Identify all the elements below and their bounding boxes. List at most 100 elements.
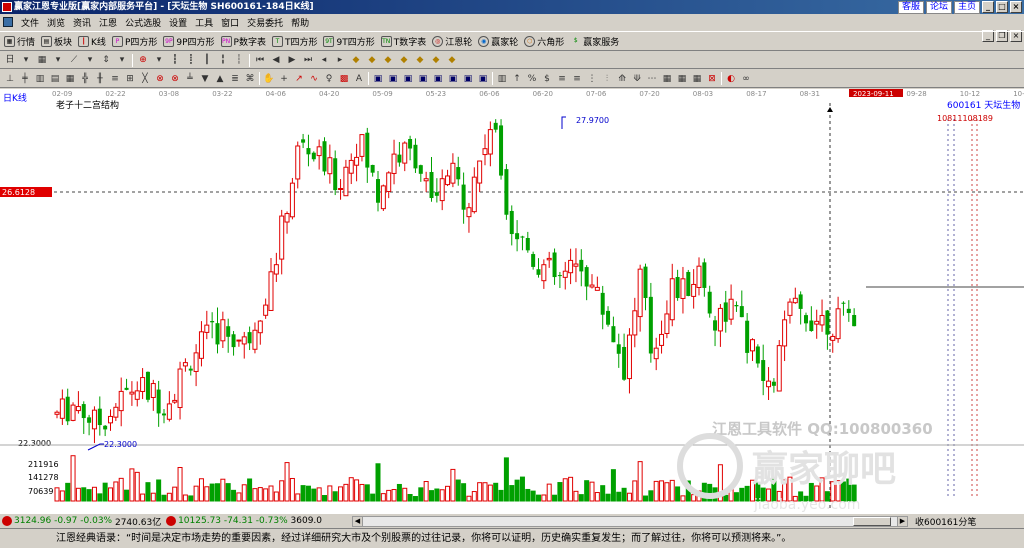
- tool-r-icon[interactable]: ≡: [556, 73, 568, 85]
- tool-l-icon[interactable]: ⊗: [169, 73, 181, 85]
- tool-k-icon[interactable]: ⊗: [154, 73, 166, 85]
- zoom-in-icon[interactable]: ◂: [318, 54, 330, 66]
- toolbar-p-number-table-button[interactable]: PN P数字表: [220, 35, 266, 48]
- bar-a-icon[interactable]: ┇: [169, 54, 181, 66]
- infinity-icon[interactable]: ∞: [740, 73, 752, 85]
- text-icon[interactable]: A: [353, 73, 365, 85]
- tool-a-icon[interactable]: ⊥: [4, 73, 16, 85]
- toolbar-t-number-table-button[interactable]: TN T数字表: [380, 35, 426, 48]
- box-icon[interactable]: ▩: [338, 73, 350, 85]
- tool-b-icon[interactable]: ╪: [19, 73, 31, 85]
- close-button[interactable]: ×: [1010, 1, 1022, 13]
- toolbar-sectors-button[interactable]: ▤ 板块: [41, 35, 72, 48]
- diamond-e-icon[interactable]: ◆: [414, 54, 426, 66]
- tool-n-icon[interactable]: ▼: [199, 73, 211, 85]
- calc-e-icon[interactable]: ▣: [432, 73, 444, 85]
- toolbar-quotes-button[interactable]: ▦ 行情: [4, 35, 35, 48]
- table-icon[interactable]: ▥: [496, 73, 508, 85]
- bar-e-icon[interactable]: ┆: [233, 54, 245, 66]
- tool-h-icon[interactable]: ≡: [109, 73, 121, 85]
- menu-news[interactable]: 资讯: [73, 16, 91, 29]
- toolbar-gann-wheel-button[interactable]: ◎ 江恩轮: [432, 35, 472, 48]
- menu-help[interactable]: 帮助: [291, 16, 309, 29]
- last-icon[interactable]: ⏭: [302, 54, 314, 66]
- tool-c-icon[interactable]: ▥: [34, 73, 46, 85]
- toolbar-t-square-button[interactable]: T T四方形: [271, 35, 317, 48]
- tool-j-icon[interactable]: ╳: [139, 73, 151, 85]
- toolbar-9p-square-button[interactable]: 9P 9P四方形: [163, 35, 215, 48]
- minimize-button[interactable]: _: [982, 1, 994, 13]
- menu-trade[interactable]: 交易委托: [247, 16, 283, 29]
- menu-gann[interactable]: 江恩: [99, 16, 117, 29]
- kline-chart[interactable]: 02-09 02-22 03-08 03-22 04-06 04-20 05-09 05-23…: [0, 89, 1024, 513]
- tool-m-icon[interactable]: ╧: [184, 73, 196, 85]
- chevron-down-icon[interactable]: ▾: [153, 54, 165, 66]
- calc-g-icon[interactable]: ▣: [462, 73, 474, 85]
- menu-window[interactable]: 窗口: [221, 16, 239, 29]
- tool-w-icon[interactable]: ⟱: [631, 73, 643, 85]
- calc-b-icon[interactable]: ▣: [387, 73, 399, 85]
- color-wheel-icon[interactable]: ◐: [725, 73, 737, 85]
- tool-v-icon[interactable]: ⟰: [616, 73, 628, 85]
- grid-toggle-icon[interactable]: ▦: [36, 54, 48, 66]
- tool-p-icon[interactable]: ≣: [229, 73, 241, 85]
- chevron-down-icon[interactable]: ▾: [116, 54, 128, 66]
- tool-e-icon[interactable]: ▦: [64, 73, 76, 85]
- menu-file[interactable]: 文件: [21, 16, 39, 29]
- tool-o-icon[interactable]: ▲: [214, 73, 226, 85]
- menu-browse[interactable]: 浏览: [47, 16, 65, 29]
- diamond-g-icon[interactable]: ◆: [446, 54, 458, 66]
- toolbar-winner-wheel-button[interactable]: ◉ 赢家轮: [478, 35, 518, 48]
- tool-s-icon[interactable]: ≡: [571, 73, 583, 85]
- percent-icon[interactable]: %: [526, 73, 538, 85]
- diamond-f-icon[interactable]: ◆: [430, 54, 442, 66]
- dollar-icon[interactable]: $: [541, 73, 553, 85]
- homepage-link[interactable]: 主页: [953, 1, 980, 14]
- toolbar-service-button[interactable]: $ 赢家服务: [570, 35, 619, 48]
- toolbar-9t-square-button[interactable]: 9T 9T四方形: [323, 35, 375, 48]
- calc-d-icon[interactable]: ▣: [417, 73, 429, 85]
- tick-detail-label[interactable]: 收600161分笔: [915, 515, 976, 528]
- tool-z-icon[interactable]: ▦: [676, 73, 688, 85]
- diamond-c-icon[interactable]: ◆: [382, 54, 394, 66]
- toolbar-hexagon-button[interactable]: ⬡ 六角形: [524, 35, 564, 48]
- forum-link[interactable]: 论坛: [925, 1, 952, 14]
- diamond-a-icon[interactable]: ◆: [350, 54, 362, 66]
- first-icon[interactable]: ⏮: [254, 54, 266, 66]
- arrow-icon[interactable]: ↗: [293, 73, 305, 85]
- calc-h-icon[interactable]: ▣: [477, 73, 489, 85]
- crosshair-icon[interactable]: +: [278, 73, 290, 85]
- customer-service-link[interactable]: 客服: [897, 1, 924, 14]
- chevron-down-icon[interactable]: ▾: [20, 54, 32, 66]
- bulb-icon[interactable]: ♀: [323, 73, 335, 85]
- tool-u-icon[interactable]: ⫶: [601, 73, 613, 85]
- tool-i-icon[interactable]: ⊞: [124, 73, 136, 85]
- up-down-icon[interactable]: ⇕: [100, 54, 112, 66]
- scroll-right-icon[interactable]: ▶: [897, 517, 907, 526]
- zoom-icon[interactable]: ⊕: [137, 54, 149, 66]
- diamond-d-icon[interactable]: ◆: [398, 54, 410, 66]
- menu-tools[interactable]: 工具: [195, 16, 213, 29]
- tool-x-icon[interactable]: ⋯: [646, 73, 658, 85]
- curve-icon[interactable]: ∿: [308, 73, 320, 85]
- line-tool-icon[interactable]: ⟋: [68, 54, 80, 66]
- calc-a-icon[interactable]: ▣: [372, 73, 384, 85]
- calc-c-icon[interactable]: ▣: [402, 73, 414, 85]
- tool-aa-icon[interactable]: ▦: [691, 73, 703, 85]
- toolbar-p-square-button[interactable]: P P四方形: [111, 35, 157, 48]
- scroll-thumb[interactable]: [853, 517, 891, 526]
- tool-ab-icon[interactable]: ⊠: [706, 73, 718, 85]
- bar-b-icon[interactable]: ┋: [185, 54, 197, 66]
- horizontal-scrollbar[interactable]: ◀ ▶: [352, 516, 908, 527]
- menu-settings[interactable]: 设置: [169, 16, 187, 29]
- menu-formula-screen[interactable]: 公式选股: [125, 16, 161, 29]
- chevron-down-icon[interactable]: ▾: [84, 54, 96, 66]
- calc-f-icon[interactable]: ▣: [447, 73, 459, 85]
- zoom-out-icon[interactable]: ▸: [334, 54, 346, 66]
- scroll-left-icon[interactable]: ◀: [353, 517, 363, 526]
- tool-f-icon[interactable]: ╬: [79, 73, 91, 85]
- diamond-b-icon[interactable]: ◆: [366, 54, 378, 66]
- tool-t-icon[interactable]: ⋮: [586, 73, 598, 85]
- bar-c-icon[interactable]: ┃: [201, 54, 213, 66]
- arrow-up-icon[interactable]: ↑: [511, 73, 523, 85]
